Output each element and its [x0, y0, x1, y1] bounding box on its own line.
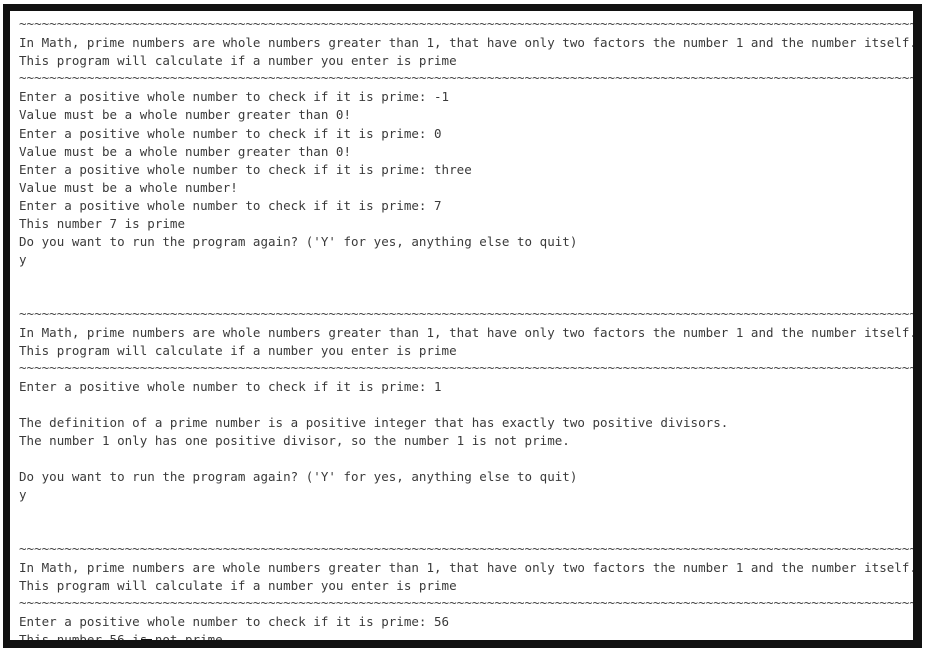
prompt-line: Enter a positive whole number to check i…	[19, 125, 442, 141]
result-line: This number 7 is prime	[19, 216, 186, 232]
console-window: ~~~~~~~~~~~~~~~~~~~~~~~~~~~~~~~~~~~~~~~~…	[3, 4, 922, 648]
intro-line-2: This program will calculate if a number …	[19, 577, 457, 593]
separator-text: ~~~~~~~~~~~~~~~~~~~~~~~~~~~~~~~~~~~~~~~~…	[19, 70, 913, 86]
replay-question-line: Do you want to run the program again? ('…	[19, 469, 578, 485]
explanation-line-1: The definition of a prime number is a po…	[19, 415, 729, 431]
separator-text: ~~~~~~~~~~~~~~~~~~~~~~~~~~~~~~~~~~~~~~~~…	[19, 305, 913, 321]
error-line: Value must be a whole number greater tha…	[19, 107, 352, 123]
prompt-line: Enter a positive whole number to check i…	[19, 378, 442, 394]
error-line: Value must be a whole number!	[19, 179, 238, 195]
replay-question-line: Do you want to run the program again? ('…	[19, 234, 578, 250]
banner-separator-bottom: ~~~~~~~~~~~~~~~~~~~~~~~~~~~~~~~~~~~~~~~~…	[19, 595, 913, 613]
user-input-line: y	[19, 252, 27, 268]
prompt-line: Enter a positive whole number to check i…	[19, 614, 450, 630]
prompt-line: Enter a positive whole number to check i…	[19, 161, 472, 177]
intro-line-2: This program will calculate if a number …	[19, 342, 457, 358]
user-input-line: y	[19, 487, 27, 503]
prompt-line: Enter a positive whole number to check i…	[19, 89, 450, 105]
banner-separator-bottom: ~~~~~~~~~~~~~~~~~~~~~~~~~~~~~~~~~~~~~~~~…	[19, 70, 913, 88]
prompt-line: Enter a positive whole number to check i…	[19, 197, 442, 213]
error-line: Value must be a whole number greater tha…	[19, 143, 352, 159]
screenshot-frame: ~~~~~~~~~~~~~~~~~~~~~~~~~~~~~~~~~~~~~~~~…	[0, 0, 926, 652]
program-run-1: ~~~~~~~~~~~~~~~~~~~~~~~~~~~~~~~~~~~~~~~~…	[19, 16, 913, 269]
intro-line-1: In Math, prime numbers are whole numbers…	[19, 35, 917, 51]
banner-separator-top: ~~~~~~~~~~~~~~~~~~~~~~~~~~~~~~~~~~~~~~~~…	[19, 306, 913, 324]
intro-line-2: This program will calculate if a number …	[19, 53, 457, 69]
separator-text: ~~~~~~~~~~~~~~~~~~~~~~~~~~~~~~~~~~~~~~~~…	[19, 16, 913, 31]
banner-separator-top: ~~~~~~~~~~~~~~~~~~~~~~~~~~~~~~~~~~~~~~~~…	[19, 16, 913, 34]
console-output-area[interactable]: ~~~~~~~~~~~~~~~~~~~~~~~~~~~~~~~~~~~~~~~~…	[10, 11, 913, 640]
separator-text: ~~~~~~~~~~~~~~~~~~~~~~~~~~~~~~~~~~~~~~~~…	[19, 595, 913, 610]
explanation-line-2: The number 1 only has one positive divis…	[19, 433, 570, 449]
banner-separator-top: ~~~~~~~~~~~~~~~~~~~~~~~~~~~~~~~~~~~~~~~~…	[19, 541, 913, 559]
separator-text: ~~~~~~~~~~~~~~~~~~~~~~~~~~~~~~~~~~~~~~~~…	[19, 540, 913, 556]
intro-line-1: In Math, prime numbers are whole numbers…	[19, 324, 917, 340]
banner-separator-bottom: ~~~~~~~~~~~~~~~~~~~~~~~~~~~~~~~~~~~~~~~~…	[19, 360, 913, 378]
program-run-2: ~~~~~~~~~~~~~~~~~~~~~~~~~~~~~~~~~~~~~~~~…	[19, 306, 913, 505]
intro-line-1: In Math, prime numbers are whole numbers…	[19, 559, 917, 575]
separator-text: ~~~~~~~~~~~~~~~~~~~~~~~~~~~~~~~~~~~~~~~~…	[19, 359, 913, 375]
program-run-3: ~~~~~~~~~~~~~~~~~~~~~~~~~~~~~~~~~~~~~~~~…	[19, 541, 917, 648]
result-line: This number 56 is not prime	[19, 632, 223, 648]
